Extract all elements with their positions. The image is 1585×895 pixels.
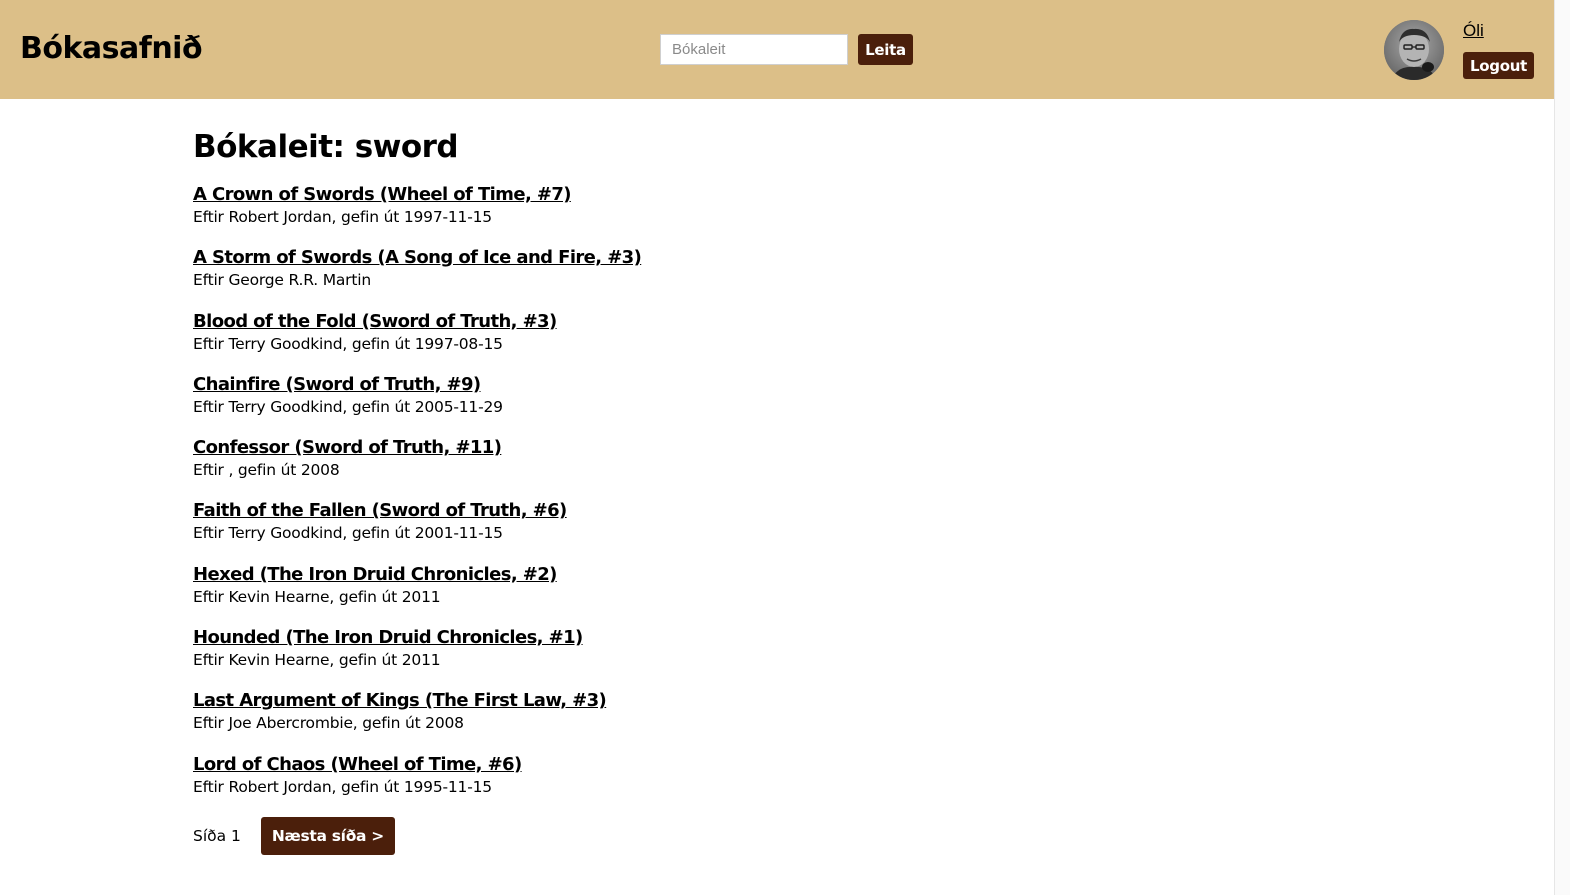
book-meta: Eftir , gefin út 2008 [193, 461, 340, 480]
scrollbar-track[interactable] [1554, 0, 1570, 895]
list-item: Last Argument of Kings (The First Law, #… [193, 683, 1093, 746]
list-item: Confessor (Sword of Truth, #11) Eftir , … [193, 430, 1093, 493]
user-profile-link[interactable]: Óli [1463, 20, 1484, 42]
book-title-link[interactable]: Chainfire (Sword of Truth, #9) [193, 373, 481, 397]
results-list: A Crown of Swords (Wheel of Time, #7) Ef… [193, 177, 1093, 810]
page-title: Bókaleit: sword [193, 129, 459, 165]
book-meta: Eftir Terry Goodkind, gefin út 1997-08-1… [193, 334, 503, 353]
book-title-link[interactable]: A Storm of Swords (A Song of Ice and Fir… [193, 246, 642, 270]
book-meta: Eftir Robert Jordan, gefin út 1995-11-15 [193, 777, 492, 796]
page-indicator: Síða 1 [193, 827, 241, 845]
book-meta: Eftir Kevin Hearne, gefin út 2011 [193, 587, 441, 606]
book-title-link[interactable]: Confessor (Sword of Truth, #11) [193, 436, 502, 460]
logout-button[interactable]: Logout [1463, 52, 1534, 79]
book-title-link[interactable]: A Crown of Swords (Wheel of Time, #7) [193, 183, 571, 207]
book-title-link[interactable]: Lord of Chaos (Wheel of Time, #6) [193, 753, 522, 777]
pagination: Síða 1 Næsta síða > [193, 817, 395, 855]
book-meta: Eftir Kevin Hearne, gefin út 2011 [193, 651, 441, 670]
book-meta: Eftir Terry Goodkind, gefin út 2001-11-1… [193, 524, 503, 543]
avatar [1384, 20, 1444, 80]
site-logo[interactable]: Bókasafnið [20, 30, 203, 68]
list-item: Lord of Chaos (Wheel of Time, #6) Eftir … [193, 747, 1093, 810]
list-item: Chainfire (Sword of Truth, #9) Eftir Ter… [193, 367, 1093, 430]
book-title-link[interactable]: Hexed (The Iron Druid Chronicles, #2) [193, 563, 557, 587]
avatar-photo [1384, 20, 1444, 80]
book-title-link[interactable]: Last Argument of Kings (The First Law, #… [193, 689, 607, 713]
search-button[interactable]: Leita [858, 34, 913, 65]
list-item: Hounded (The Iron Druid Chronicles, #1) … [193, 620, 1093, 683]
list-item: Hexed (The Iron Druid Chronicles, #2) Ef… [193, 557, 1093, 620]
search-results: Bókaleit: sword A Crown of Swords (Wheel… [193, 125, 1093, 810]
list-item: A Crown of Swords (Wheel of Time, #7) Ef… [193, 177, 1093, 240]
book-meta: Eftir George R.R. Martin [193, 271, 371, 290]
book-meta: Eftir Robert Jordan, gefin út 1997-11-15 [193, 208, 492, 226]
book-title-link[interactable]: Faith of the Fallen (Sword of Truth, #6) [193, 499, 567, 523]
site-header: Bókasafnið Leita [0, 0, 1554, 99]
book-title-link[interactable]: Hounded (The Iron Druid Chronicles, #1) [193, 626, 583, 650]
list-item: A Storm of Swords (A Song of Ice and Fir… [193, 240, 1093, 303]
book-meta: Eftir Joe Abercrombie, gefin út 2008 [193, 714, 464, 733]
next-page-button[interactable]: Næsta síða > [260, 817, 395, 855]
list-item: Blood of the Fold (Sword of Truth, #3) E… [193, 304, 1093, 367]
page: Bókasafnið Leita [0, 0, 1570, 895]
book-title-link[interactable]: Blood of the Fold (Sword of Truth, #3) [193, 310, 557, 334]
list-item: Faith of the Fallen (Sword of Truth, #6)… [193, 493, 1093, 556]
search-input[interactable] [660, 34, 848, 65]
book-meta: Eftir Terry Goodkind, gefin út 2005-11-2… [193, 397, 503, 416]
